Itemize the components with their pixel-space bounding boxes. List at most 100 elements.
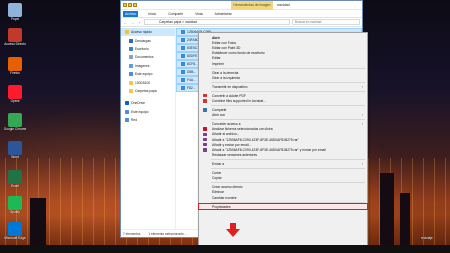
menu-item-label: Conceder acceso a [212, 121, 241, 126]
menu-separator [211, 90, 365, 92]
excel-icon [8, 170, 22, 184]
menu-item-label: Abrir con [212, 112, 226, 117]
menu-separator [211, 104, 365, 106]
menu-separator [211, 159, 365, 161]
avira-icon [203, 127, 207, 131]
taskbar[interactable] [0, 245, 450, 253]
menu-item[interactable]: Imprimir [199, 61, 367, 66]
firefox-icon [8, 57, 22, 71]
nav-item[interactable]: Red [121, 116, 175, 124]
nav-item-label: Carpetas papá [135, 88, 157, 93]
image-file-icon [181, 46, 185, 50]
menu-separator [211, 182, 365, 184]
winrar-icon [203, 137, 207, 142]
nav-item[interactable]: Acceso rápido [121, 28, 175, 37]
file-name: F4A... [187, 78, 196, 82]
desktop-shortcut[interactable]: Acceso Directo [3, 28, 27, 47]
image-file-icon [181, 86, 185, 90]
up-arrow-icon[interactable]: ↑ [137, 20, 142, 25]
nav-item[interactable]: Escritorio [121, 45, 175, 53]
address-path[interactable]: Carpetas papa > navidad [144, 19, 290, 25]
menu-item[interactable]: Restaurar versiones anteriores [199, 152, 367, 157]
desktop-shortcut[interactable]: Word [3, 141, 27, 160]
desktop-shortcut[interactable]: Excel [3, 170, 27, 189]
submenu-arrow-icon: › [361, 112, 363, 117]
nav-item[interactable]: 100D5100 [121, 78, 175, 86]
shortcut-icon [8, 28, 22, 42]
menu-item-label: Establecer como fondo de escritorio [212, 51, 265, 56]
window-title: navidad [277, 3, 290, 7]
nav-item[interactable]: Imágenes [121, 62, 175, 70]
file-name: D5B... [187, 70, 197, 74]
folder-icon[interactable] [128, 3, 132, 7]
ribbon-tab[interactable]: Compartir [166, 11, 185, 17]
menu-item[interactable]: Combine files supported in Acrobat... [199, 98, 367, 103]
nav-item[interactable]: Este equipo [121, 70, 175, 78]
desktop-shortcut[interactable]: Papel [3, 3, 27, 22]
menu-item-label: Editar con Paint 3D [212, 45, 241, 50]
folder-icon[interactable] [133, 3, 137, 7]
nav-item[interactable]: Documentos [121, 53, 175, 61]
desktop-shortcut[interactable]: Firefox [3, 57, 27, 76]
menu-separator [211, 67, 365, 69]
nav-item-label: Escritorio [135, 46, 149, 51]
back-arrow-icon[interactable]: ← [123, 20, 128, 25]
ribbon-tab[interactable]: Vista [193, 11, 204, 17]
desktop-shortcut[interactable]: Opera [3, 85, 27, 104]
search-input[interactable]: Buscar en navidad [292, 19, 360, 25]
file-name: 8CF8... [187, 62, 198, 66]
menu-item-label: Añadir y enviar por email... [212, 142, 252, 147]
menu-item-label: Cambiar nombre [212, 195, 237, 200]
desktop-shortcut-label: Microsoft Edge [4, 236, 26, 240]
desktop-shortcut[interactable]: Microsoft Edge [3, 222, 27, 241]
pc-icon [125, 109, 129, 114]
menu-item-label: Añadir al archivo... [212, 132, 240, 137]
desktop-shortcut[interactable]: Google Chrome [3, 113, 27, 132]
menu-item-label: Editar con Fotos [212, 40, 237, 45]
share-icon [203, 107, 207, 112]
ribbon-tabs: Archivo Inicio Compartir Vista Administrar [121, 10, 362, 18]
nav-item[interactable]: OneDrive [121, 99, 175, 107]
menu-item[interactable]: Abrir con › [199, 112, 367, 117]
ribbon-tab[interactable]: Archivo [123, 10, 139, 17]
title-bar[interactable]: Herramientas de imagen navidad [121, 1, 362, 10]
image-file-icon [181, 62, 185, 66]
desktop-shortcut[interactable]: Spotify [3, 196, 27, 215]
item-count: 7 elementos [123, 232, 141, 236]
menu-item[interactable]: Transmitir en dispositivo › [199, 84, 367, 89]
winrar-icon [203, 148, 207, 152]
menu-item[interactable]: Enviar a › [199, 161, 367, 166]
desktop-icon [129, 46, 133, 51]
nav-item-label: Imágenes [135, 63, 150, 68]
image-file-icon [181, 70, 185, 74]
submenu-arrow-icon: › [361, 121, 363, 126]
menu-item-label: Analizar ficheros seleccionados con Avir… [212, 127, 273, 132]
menu-item[interactable]: Cambiar nombre [199, 195, 367, 200]
menu-item-label: Propiedades [212, 204, 231, 209]
menu-item[interactable]: Propiedades [198, 202, 368, 211]
nav-item[interactable]: Carpetas papá [121, 87, 175, 95]
folder-icon [129, 88, 133, 93]
menu-separator [211, 81, 365, 83]
nav-item[interactable]: Descargas [121, 36, 175, 44]
forward-arrow-icon[interactable]: → [130, 20, 135, 25]
nav-item[interactable]: Este equipo [121, 108, 175, 116]
onedrive-icon [125, 101, 129, 106]
menu-item-label: Compartir [212, 107, 227, 112]
menu-item-label: Girar a la derecha [212, 70, 239, 75]
word-icon [8, 141, 22, 155]
quick-access-toolbar[interactable] [123, 3, 147, 8]
ribbon-tab[interactable]: Administrar [213, 11, 234, 17]
navigation-pane: Acceso rápido Descargas Escritorio Document… [121, 28, 175, 229]
ribbon-tab[interactable]: Inicio [146, 11, 158, 17]
pdf-icon [203, 93, 207, 98]
folder-icon[interactable] [123, 3, 127, 7]
star-icon [125, 30, 129, 35]
menu-item-label: Copiar [212, 176, 222, 181]
menu-item[interactable]: Girar a la izquierda [199, 75, 367, 80]
menu-item[interactable]: Copiar [199, 176, 367, 181]
recycle-label: reciclaje [421, 236, 433, 240]
picture-tools-tab[interactable]: Herramientas de imagen [231, 1, 273, 10]
recycle-bin-icon [8, 3, 22, 17]
winrar-icon [203, 142, 207, 147]
